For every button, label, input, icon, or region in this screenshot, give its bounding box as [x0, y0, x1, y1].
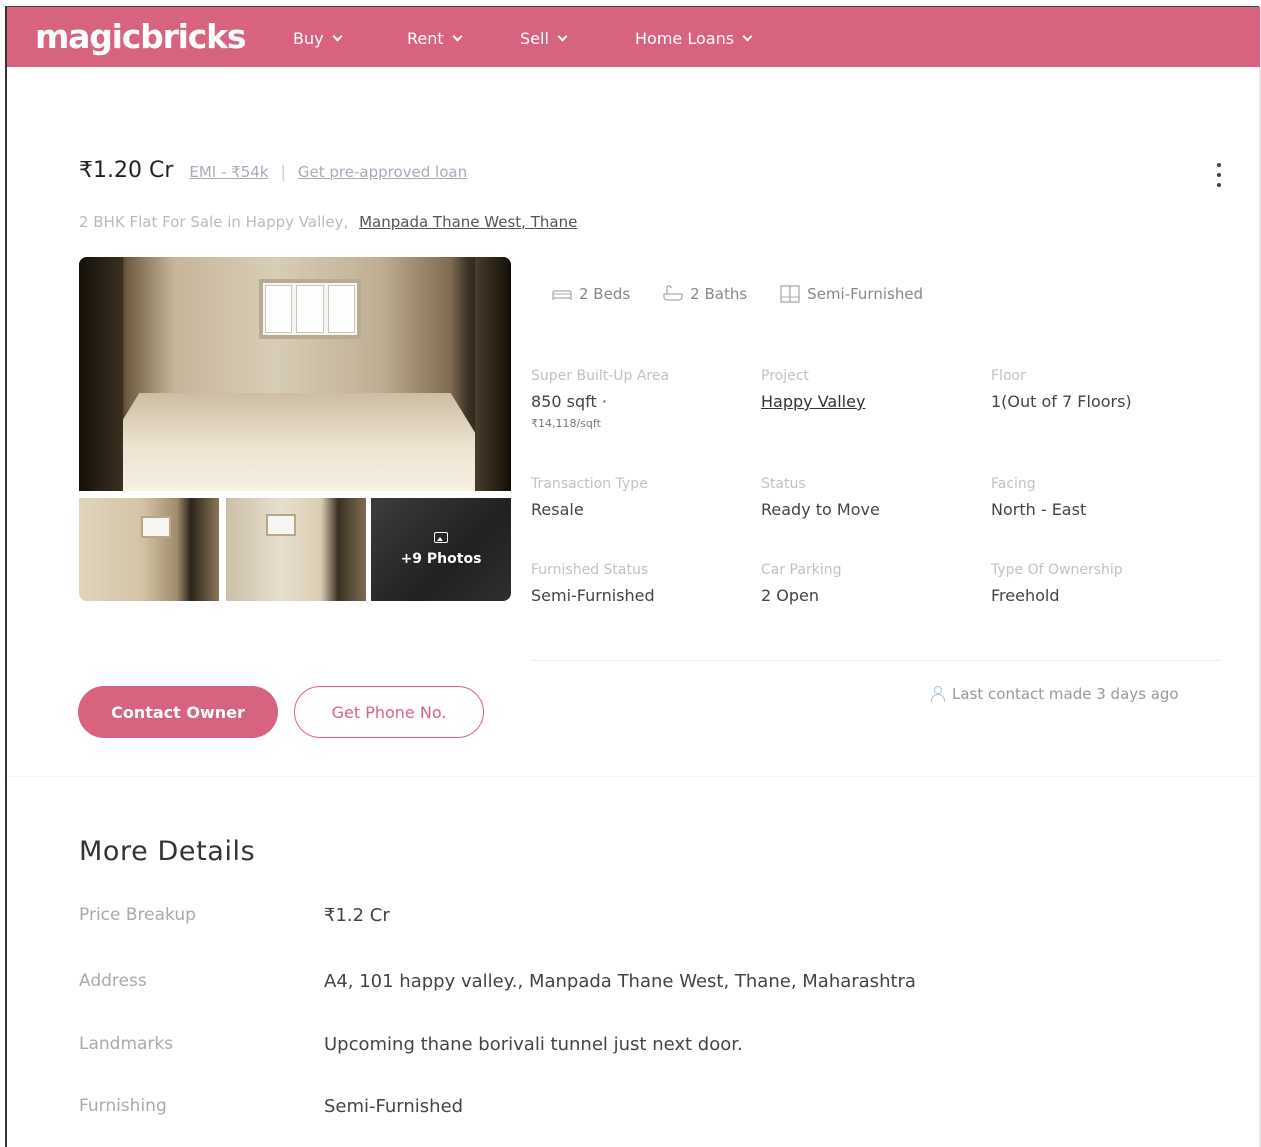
pre-approved-loan-link[interactable]: Get pre-approved loan — [298, 163, 467, 181]
emi-link[interactable]: EMI - ₹54k — [189, 163, 268, 181]
detail-row: Price Breakup ₹1.2 Cr — [79, 905, 390, 926]
photo-thumbnail-1[interactable] — [79, 498, 219, 601]
spec-transaction-label: Transaction Type — [531, 476, 648, 492]
spec-status-value: Ready to Move — [761, 500, 880, 519]
spec-facing: Facing North - East — [991, 476, 1086, 519]
detail-row: Landmarks Upcoming thane borivali tunnel… — [79, 1034, 743, 1055]
spec-parking: Car Parking 2 Open — [761, 562, 841, 605]
spec-project-label: Project — [761, 368, 809, 384]
detail-row: Address A4, 101 happy valley., Manpada T… — [79, 971, 916, 992]
beds-amenity: 2 Beds — [551, 285, 630, 303]
more-details-title: More Details — [79, 836, 256, 867]
spec-status-label: Status — [761, 476, 806, 492]
bathtub-icon — [663, 285, 683, 301]
detail-label: Furnishing — [79, 1096, 167, 1116]
user-icon — [930, 686, 945, 702]
photo-door-right — [475, 257, 511, 491]
more-photos-label: +9 Photos — [400, 551, 482, 567]
spec-facing-value: North - East — [991, 500, 1087, 519]
chevron-down-icon — [332, 31, 343, 42]
listing-price: ₹1.20 Cr — [79, 158, 174, 183]
spec-transaction: Transaction Type Resale — [531, 476, 648, 519]
section-divider — [7, 776, 1260, 777]
main-property-photo[interactable] — [79, 257, 511, 491]
photo-floor — [79, 392, 511, 491]
amenities-row: 2 Beds 2 Baths Semi-Furnished — [551, 285, 923, 303]
price-row: ₹1.20 Cr EMI - ₹54k | Get pre-approved l… — [79, 158, 467, 183]
spec-ownership-value: Freehold — [991, 586, 1060, 605]
nav-sell-label: Sell — [520, 29, 549, 48]
nav-buy[interactable]: Buy — [293, 29, 343, 48]
spec-transaction-value: Resale — [531, 500, 584, 519]
bed-icon — [552, 290, 572, 300]
spec-furnished: Furnished Status Semi-Furnished — [531, 562, 655, 605]
detail-value: A4, 101 happy valley., Manpada Thane Wes… — [324, 971, 916, 992]
spec-furnished-label: Furnished Status — [531, 562, 649, 578]
spec-floor: Floor 1(Out of 7 Floors) — [991, 368, 1132, 411]
photo-thumbnail-2[interactable] — [226, 498, 366, 601]
spec-ownership-label: Type Of Ownership — [991, 562, 1123, 578]
separator: | — [280, 162, 286, 181]
detail-value: Upcoming thane borivali tunnel just next… — [324, 1034, 743, 1055]
chevron-down-icon — [557, 31, 568, 42]
spec-status: Status Ready to Move — [761, 476, 880, 519]
nav-buy-label: Buy — [293, 29, 324, 48]
detail-value: Semi-Furnished — [324, 1096, 464, 1117]
spec-ownership: Type Of Ownership Freehold — [991, 562, 1123, 605]
thumb-window — [266, 514, 296, 536]
baths-label: 2 Baths — [690, 285, 748, 303]
furnishing-amenity: Semi-Furnished — [779, 285, 923, 303]
nav-home-loans-label: Home Loans — [635, 29, 735, 48]
spec-area-label: Super Built-Up Area — [531, 368, 670, 384]
chevron-down-icon — [452, 31, 463, 42]
detail-label: Landmarks — [79, 1034, 174, 1054]
divider — [531, 660, 1221, 661]
thumb-window — [141, 516, 171, 538]
listing-title: 2 BHK Flat For Sale in Happy Valley, — [79, 213, 349, 231]
spec-area-value: 850 sqft · — [531, 392, 607, 411]
magicbricks-logo[interactable]: magicbricks — [35, 17, 247, 56]
detail-label: Price Breakup — [79, 905, 196, 925]
nav-sell[interactable]: Sell — [520, 29, 568, 48]
detail-label: Address — [79, 971, 147, 991]
last-contact-text: Last contact made 3 days ago — [952, 685, 1179, 703]
gallery-icon — [434, 532, 448, 543]
nav-rent[interactable]: Rent — [407, 29, 463, 48]
spec-parking-label: Car Parking — [761, 562, 842, 578]
spec-project: Project Happy Valley — [761, 368, 865, 411]
nav-rent-label: Rent — [407, 29, 444, 48]
spec-floor-label: Floor — [991, 368, 1026, 384]
photo-door-left — [79, 257, 123, 491]
baths-amenity: 2 Baths — [662, 285, 747, 303]
photo-window — [259, 279, 361, 339]
location-link[interactable]: Manpada Thane West, Thane — [359, 213, 577, 231]
more-options-icon[interactable] — [1212, 163, 1226, 187]
beds-label: 2 Beds — [579, 285, 631, 303]
spec-facing-label: Facing — [991, 476, 1036, 492]
nav-home-loans[interactable]: Home Loans — [635, 29, 753, 48]
top-navbar: magicbricks Buy Rent Sell Home Loans — [7, 7, 1260, 67]
furnishing-label: Semi-Furnished — [807, 285, 924, 303]
project-link[interactable]: Happy Valley — [761, 392, 865, 411]
chevron-down-icon — [742, 31, 753, 42]
spec-area: Super Built-Up Area 850 sqft · ₹14,118/s… — [531, 368, 669, 430]
listing-subtitle: 2 BHK Flat For Sale in Happy Valley, Man… — [79, 213, 577, 231]
wardrobe-icon — [780, 285, 800, 303]
detail-row: Furnishing Semi-Furnished — [79, 1096, 463, 1117]
contact-owner-button[interactable]: Contact Owner — [78, 686, 278, 738]
spec-floor-value: 1(Out of 7 Floors) — [991, 392, 1132, 411]
more-photos-thumbnail[interactable]: +9 Photos — [371, 498, 511, 601]
spec-area-rate: ₹14,118/sqft — [531, 417, 601, 430]
detail-value: ₹1.2 Cr — [324, 905, 390, 926]
spec-parking-value: 2 Open — [761, 586, 819, 605]
spec-furnished-value: Semi-Furnished — [531, 586, 655, 605]
last-contact-info: Last contact made 3 days ago — [930, 685, 1179, 703]
get-phone-button[interactable]: Get Phone No. — [294, 686, 484, 738]
